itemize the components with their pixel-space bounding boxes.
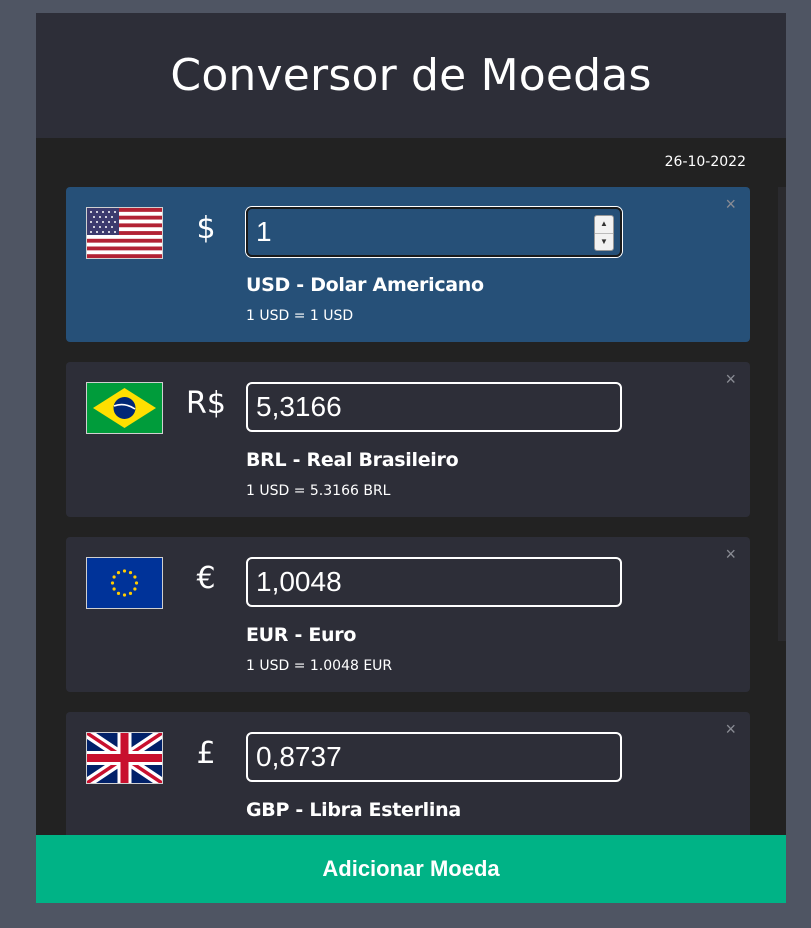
spinner-down-icon[interactable]: ▼ — [595, 232, 613, 251]
amount-input-eur[interactable] — [246, 557, 622, 607]
us-flag-icon — [86, 207, 163, 259]
currency-symbol: R$ — [186, 386, 226, 421]
uk-flag-icon — [86, 732, 163, 784]
currency-symbol: € — [196, 561, 216, 596]
amount-input-gbp[interactable] — [246, 732, 622, 782]
header: Conversor de Moedas — [36, 13, 786, 138]
currency-symbol: $ — [196, 211, 216, 246]
add-currency-button[interactable]: Adicionar Moeda — [36, 835, 786, 903]
currency-name: BRL - Real Brasileiro — [246, 449, 459, 471]
app-container: Conversor de Moedas 26-10-2022 $ 1 ▲ ▼ U… — [36, 13, 786, 903]
amount-input-brl[interactable] — [246, 382, 622, 432]
exchange-rate: 1 USD = 1.0048 EUR — [246, 658, 393, 674]
number-spinner[interactable]: ▲ ▼ — [594, 215, 614, 251]
exchange-rate: 1 USD = 5.3166 BRL — [246, 483, 391, 499]
exchange-rate: 1 USD = 1 USD — [246, 308, 354, 324]
currency-name: USD - Dolar Americano — [246, 274, 484, 296]
date-label: 26-10-2022 — [664, 154, 746, 170]
close-icon[interactable]: × — [725, 545, 736, 563]
currency-name: EUR - Euro — [246, 624, 357, 646]
page-title: Conversor de Moedas — [170, 50, 652, 101]
spinner-up-icon[interactable]: ▲ — [595, 216, 613, 233]
currency-name: GBP - Libra Esterlina — [246, 799, 461, 821]
close-icon[interactable]: × — [725, 195, 736, 213]
currency-card-usd: $ ▲ ▼ USD - Dolar Americano 1 USD = 1 US… — [66, 187, 750, 342]
amount-input-usd[interactable] — [246, 207, 622, 257]
scrollbar[interactable] — [778, 187, 786, 641]
close-icon[interactable]: × — [725, 720, 736, 738]
eu-flag-icon — [86, 557, 163, 609]
close-icon[interactable]: × — [725, 370, 736, 388]
currency-card-eur: € EUR - Euro 1 USD = 1.0048 EUR × — [66, 537, 750, 692]
currency-card-brl: R$ BRL - Real Brasileiro 1 USD = 5.3166 … — [66, 362, 750, 517]
currency-symbol: £ — [196, 736, 216, 771]
currency-list: $ ▲ ▼ USD - Dolar Americano 1 USD = 1 US… — [66, 187, 750, 887]
brazil-flag-icon — [86, 382, 163, 434]
